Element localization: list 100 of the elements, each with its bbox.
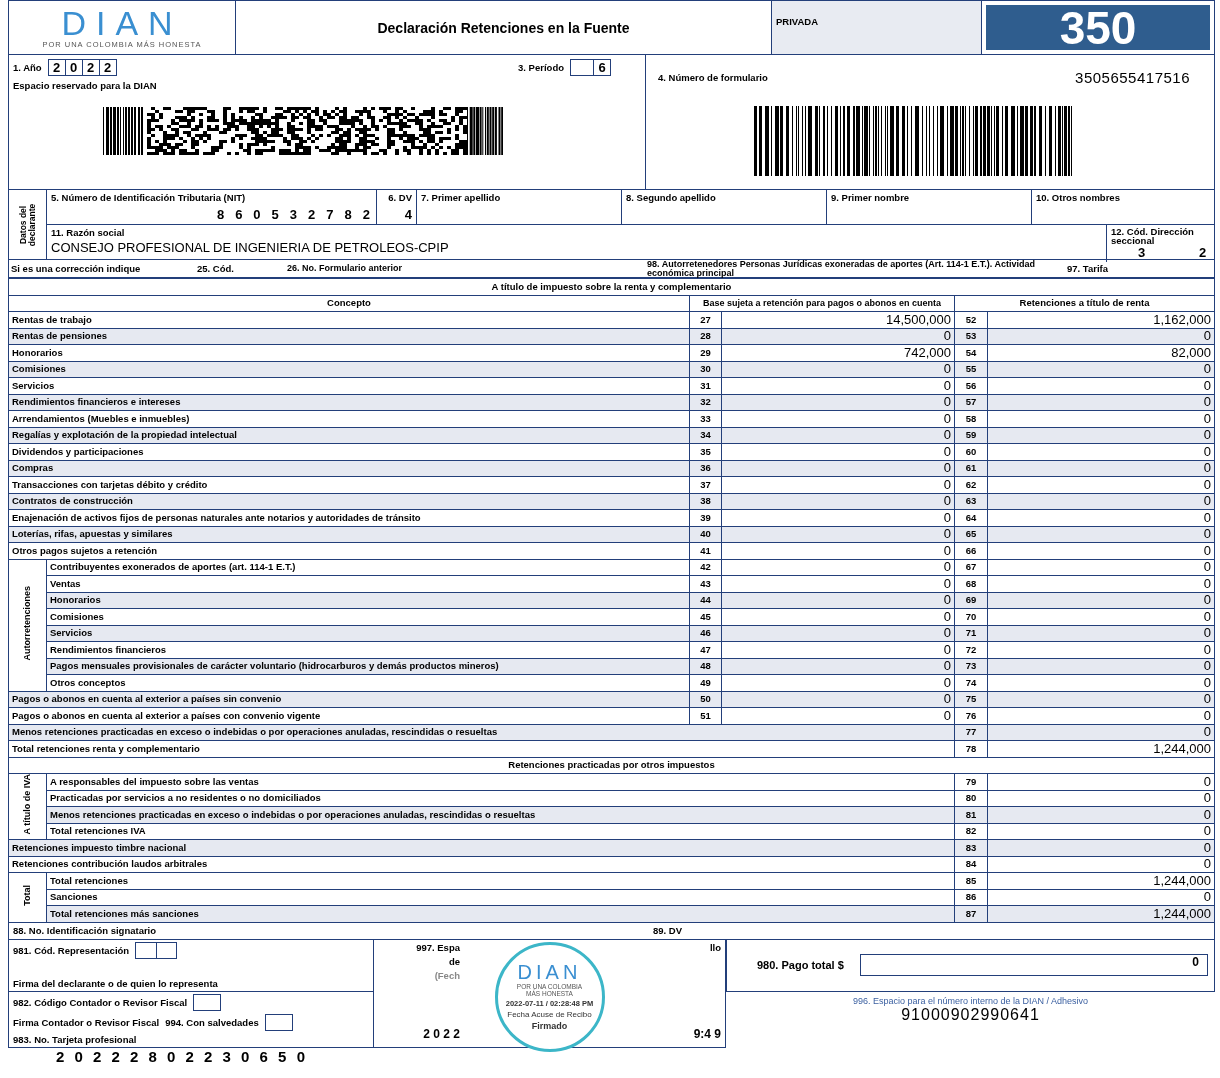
concept-label: Honorarios <box>12 346 63 358</box>
concept-label: Total retenciones renta y complementario <box>12 742 200 754</box>
amount-value: 0 <box>1203 411 1211 426</box>
signatory-dv-label: 89. DV <box>653 925 683 936</box>
line-code: 52 <box>965 313 977 325</box>
line-code: 54 <box>965 346 977 358</box>
line-code: 28 <box>700 330 711 342</box>
internal-number: 91000902990641 <box>901 1005 1040 1024</box>
dv-value: 4 <box>404 207 412 222</box>
amount-value: 0 <box>1203 658 1211 674</box>
column-header: Concepto <box>327 297 371 309</box>
amount-value: 0 <box>943 361 951 377</box>
qualified-field[interactable] <box>264 1013 293 1031</box>
line-code: 33 <box>700 412 711 424</box>
rate-label: 97. Tarifa <box>1067 263 1109 274</box>
section-side-label: Datos del declarante <box>18 202 37 248</box>
amount-value: 0 <box>943 708 951 723</box>
concept-label: Otros pagos sujetos a retención <box>12 544 158 556</box>
line-code: 31 <box>700 379 711 391</box>
amount-value: 1,244,000 <box>1153 906 1211 921</box>
concept-label: Loterías, rifas, apuestas y similares <box>12 528 173 540</box>
nit-digit: 2 <box>362 207 370 222</box>
accountant-signature-label: Firma Contador o Revisor Fiscal <box>13 1016 160 1028</box>
line-code: 36 <box>700 462 711 474</box>
reception-label: de <box>448 955 460 967</box>
business-name-label: 11. Razón social <box>51 227 126 238</box>
previous-form-label: 26. No. Formulario anterior <box>287 264 404 273</box>
line-code: 79 <box>965 775 977 787</box>
line-code: 53 <box>965 330 977 342</box>
amount-value: 0 <box>1203 691 1211 707</box>
amount-value: 0 <box>1203 576 1211 591</box>
amount-value: 0 <box>943 543 951 558</box>
concept-label: Regalías y explotación de la propiedad intelectual <box>12 429 237 441</box>
amount-value: 0 <box>1203 592 1211 608</box>
line-code: 67 <box>965 561 977 573</box>
line-code: 41 <box>700 544 711 556</box>
dian-logo: DIAN <box>61 6 183 40</box>
nit-label: 5. Número de Identificación Tributaria (NIT) <box>51 192 247 203</box>
amount-value: 0 <box>943 328 951 344</box>
seal-status: Firmado <box>531 1021 568 1032</box>
concept-label: Sanciones <box>50 891 98 903</box>
amount-value: 0 <box>943 675 951 690</box>
amount-value: 0 <box>1203 361 1211 377</box>
nit-digit: 2 <box>308 207 316 222</box>
amount-value: 0 <box>1203 724 1211 740</box>
reception-time: 9:4 9 <box>693 1026 721 1041</box>
concept-label: Menos retenciones practicadas en exceso o indebidas o por operaciones anuladas, rescindidas o resueltas <box>12 726 498 738</box>
concept-label: Transacciones con tarjetas débito y crédito <box>12 478 208 490</box>
amount-value: 1,162,000 <box>1153 312 1211 327</box>
line-code: 32 <box>700 396 711 408</box>
representation-field[interactable] <box>135 941 178 959</box>
privacy-label: PRIVADA <box>776 16 819 27</box>
amount-value: 0 <box>1203 609 1211 624</box>
section-title: Retenciones practicadas por otros impuestos <box>508 759 715 771</box>
concept-label: Pagos o abonos en cuenta al exterior a países sin convenio <box>12 693 282 705</box>
line-code: 56 <box>965 379 977 391</box>
line-code: 66 <box>965 544 977 556</box>
seccional-digit: 2 <box>1198 245 1207 261</box>
amount-value: 0 <box>943 394 951 410</box>
line-code: 71 <box>965 627 977 639</box>
line-code: 87 <box>965 907 977 919</box>
line-code: 44 <box>700 594 711 606</box>
line-code: 42 <box>700 561 711 573</box>
accountant-code-field[interactable] <box>193 993 222 1011</box>
card-label: 983. No. Tarjeta profesional <box>13 1033 138 1045</box>
declarant-signature-label: Firma del declarante o de quien lo representa <box>13 977 219 989</box>
amount-value: 0 <box>943 592 951 608</box>
amount-value: 0 <box>943 444 951 459</box>
concept-label: Rendimientos financieros e intereses <box>12 396 181 408</box>
line-code: 85 <box>965 874 977 886</box>
line-code: 63 <box>965 495 977 507</box>
line-code: 51 <box>700 709 711 721</box>
line-code: 77 <box>965 726 977 738</box>
line-code: 83 <box>965 841 977 853</box>
concept-label: Rendimientos financieros <box>50 643 167 655</box>
line-code: 35 <box>700 445 711 457</box>
concept-label: Retenciones contribución laudos arbitrales <box>12 858 208 870</box>
line-code: 62 <box>965 478 977 490</box>
reception-date: 2 0 2 2 <box>423 1026 460 1041</box>
amount-value: 0 <box>1203 510 1211 525</box>
concept-label: Pagos mensuales provisionales de carácter voluntario (hidrocarburos y demás productos mineros) <box>50 660 499 672</box>
concept-label: Comisiones <box>12 363 66 375</box>
nit-digit: 5 <box>271 207 279 222</box>
line-code: 82 <box>965 825 977 837</box>
seccional-label: 12. Cód. Dirección seccional <box>1111 227 1195 246</box>
representation-label: 981. Cód. Representación <box>13 944 130 956</box>
line-code: 47 <box>700 643 711 655</box>
nit-digit: 8 <box>344 207 352 222</box>
amount-value: 0 <box>1203 559 1211 575</box>
payment-field[interactable]: 0 <box>859 954 1208 976</box>
amount-value: 0 <box>1203 790 1211 806</box>
year-digit: 2 <box>82 60 100 75</box>
first-name-label: 9. Primer nombre <box>831 192 911 203</box>
year-label: 1. Año <box>13 62 42 73</box>
concept-label: Total retenciones más sanciones <box>50 907 199 919</box>
line-code: 59 <box>965 429 977 441</box>
line-code: 27 <box>700 313 711 325</box>
amount-value: 0 <box>1203 526 1211 542</box>
line-code: 48 <box>700 660 711 672</box>
amount-value: 0 <box>943 642 951 657</box>
